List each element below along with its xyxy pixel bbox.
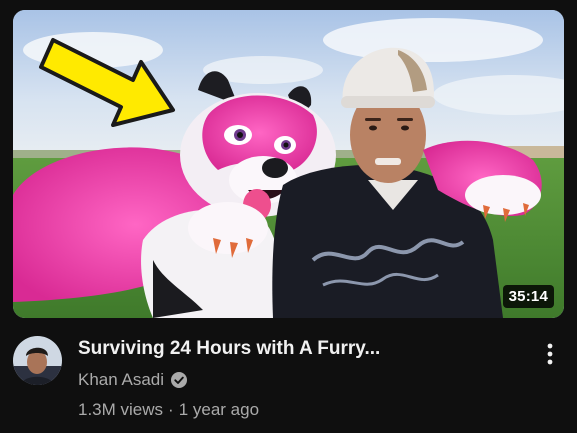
video-stats: 1.3M views · 1 year ago xyxy=(78,399,518,421)
channel-row: Khan Asadi xyxy=(78,369,518,391)
thumbnail-image xyxy=(13,10,564,318)
video-meta: Surviving 24 Hours with A Furry... Khan … xyxy=(13,334,564,429)
verified-check-icon xyxy=(171,372,188,388)
upload-age: 1 year ago xyxy=(178,400,260,419)
video-title[interactable]: Surviving 24 Hours with A Furry... xyxy=(78,336,518,362)
avatar-image xyxy=(13,336,62,385)
video-card[interactable]: 35:14 Surviving 24 Hours with A Furry...… xyxy=(0,0,577,433)
stats-separator: · xyxy=(168,400,174,419)
more-vert-icon[interactable] xyxy=(538,338,562,370)
duration-badge: 35:14 xyxy=(502,285,554,308)
video-info: Surviving 24 Hours with A Furry... Khan … xyxy=(78,334,518,421)
video-thumbnail[interactable]: 35:14 xyxy=(13,10,564,318)
channel-name[interactable]: Khan Asadi xyxy=(78,369,164,391)
view-count: 1.3M views xyxy=(78,400,164,419)
channel-avatar[interactable] xyxy=(13,336,62,385)
